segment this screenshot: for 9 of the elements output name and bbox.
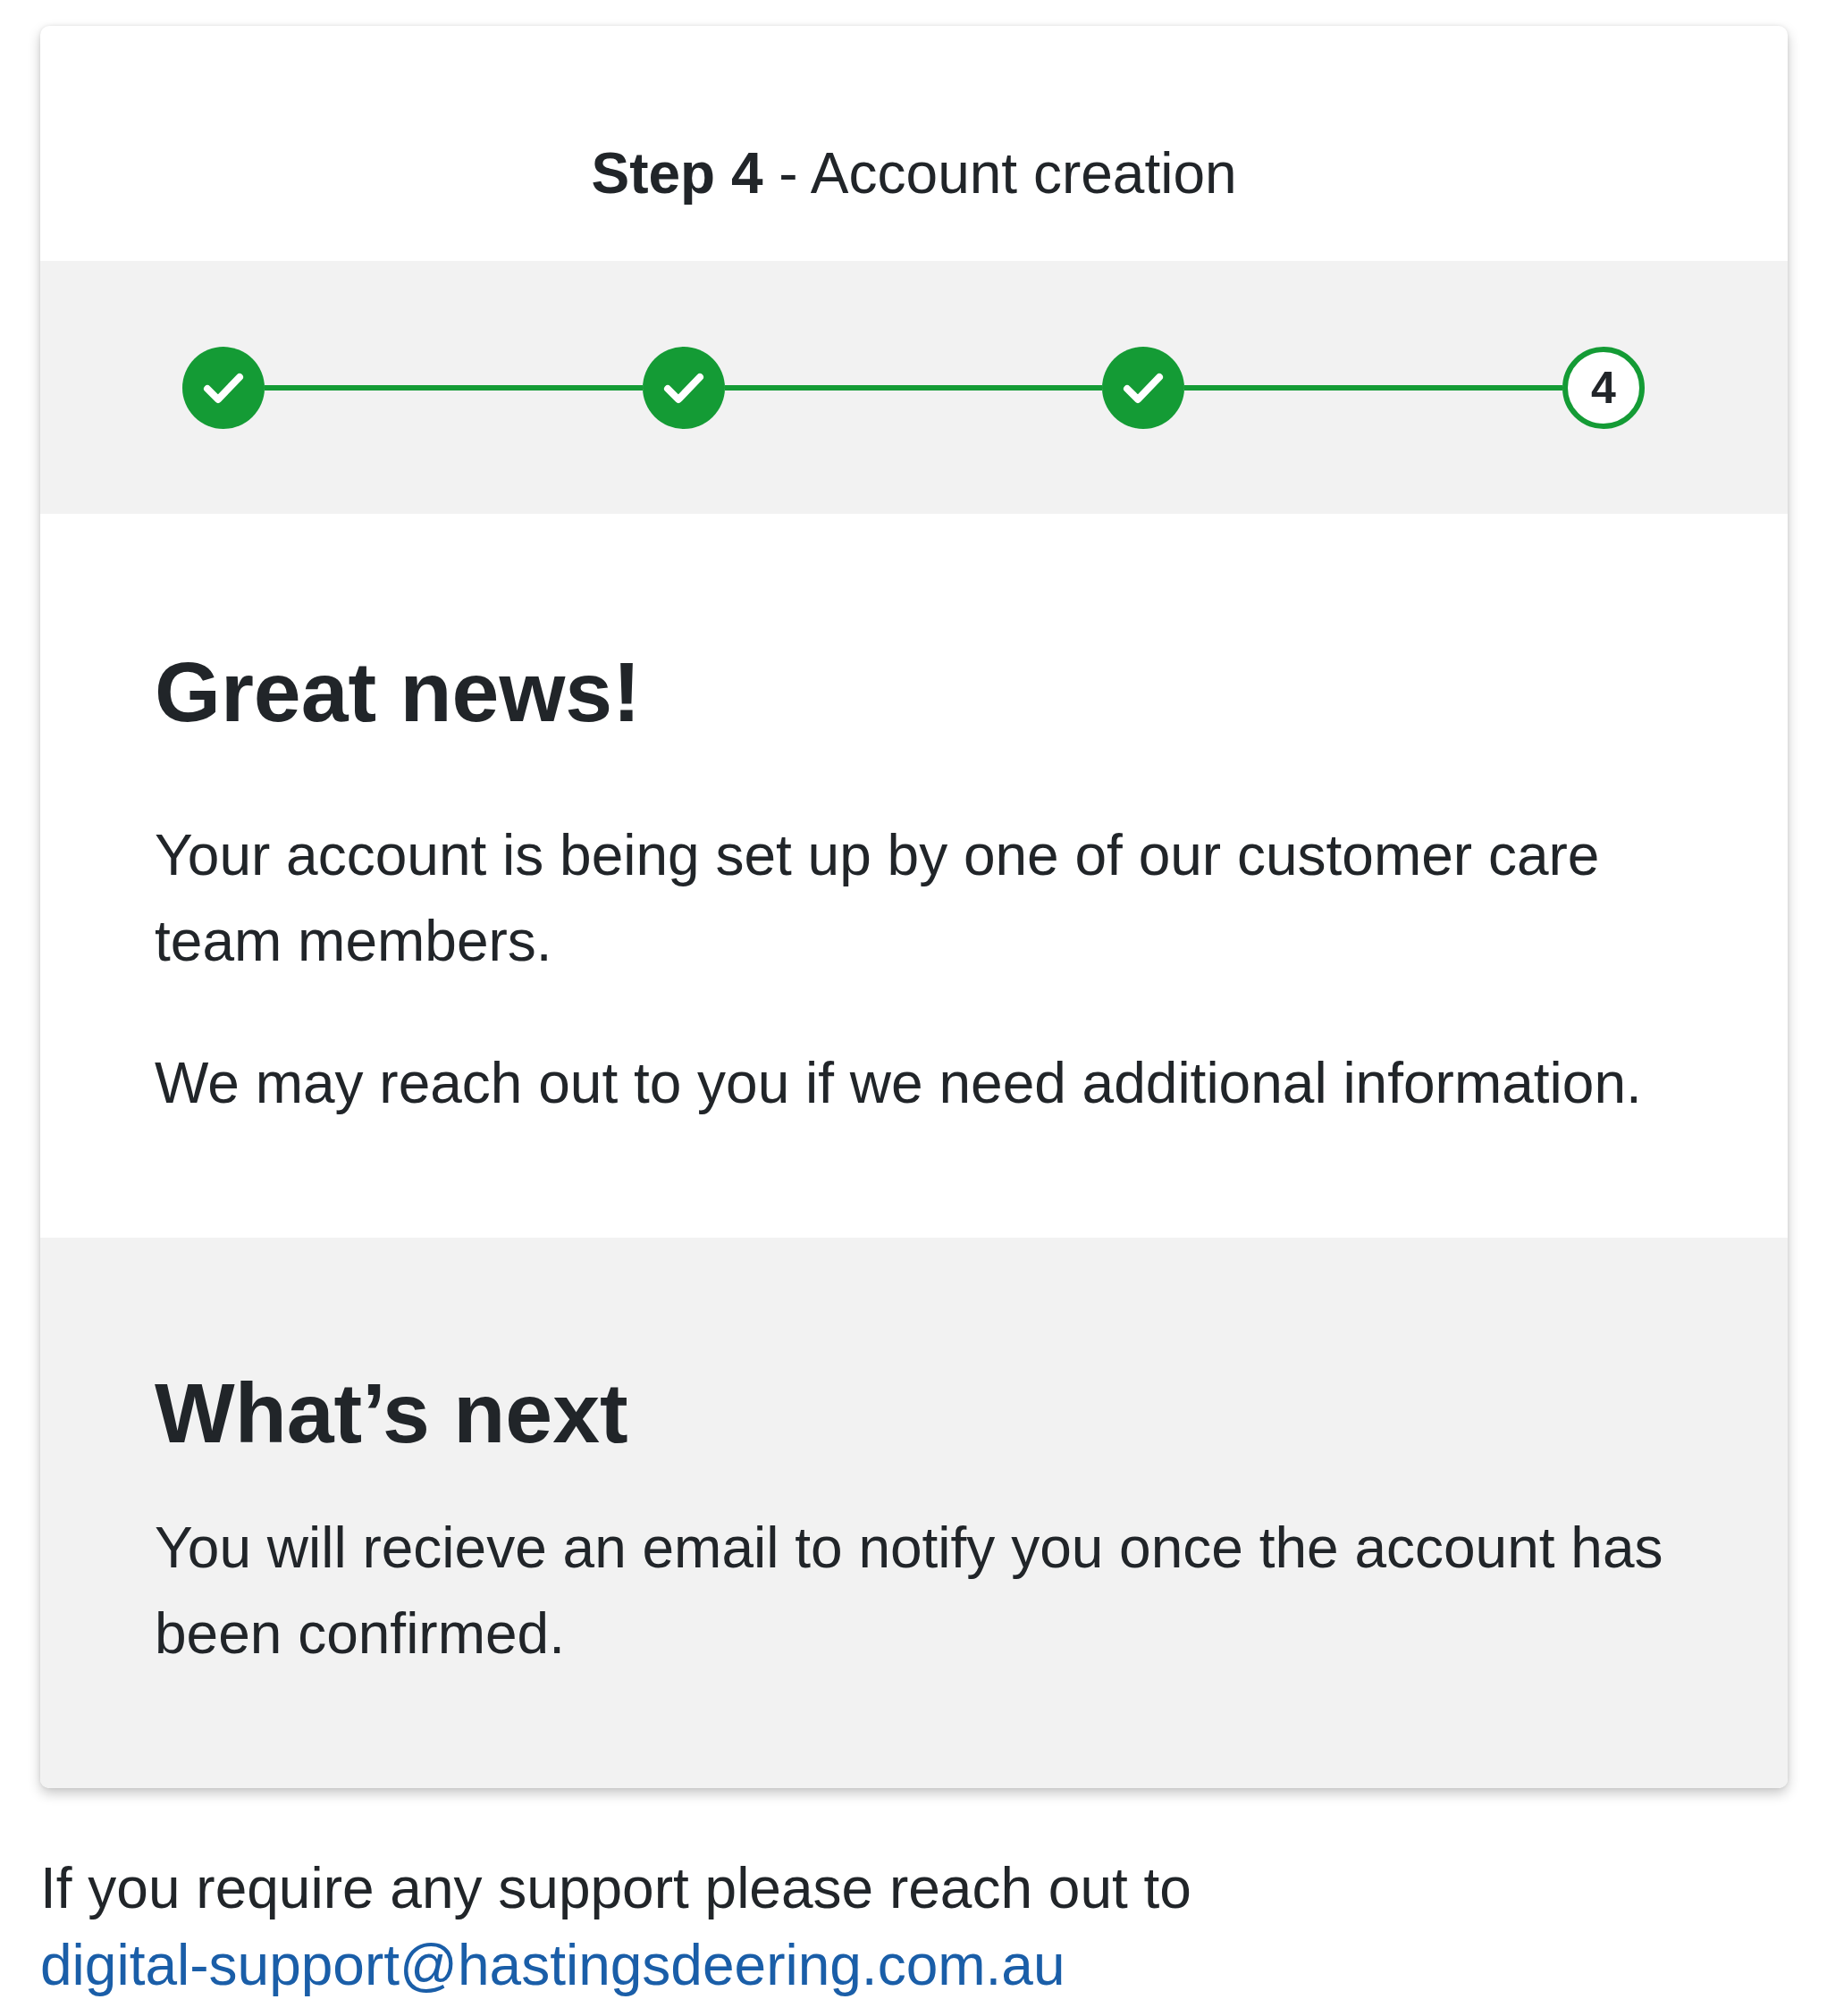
step-number: 4 xyxy=(1562,346,1645,429)
step-title: Step 4 - Account creation xyxy=(591,139,1237,206)
support-text: If you require any support please reach out to xyxy=(40,1855,1191,1922)
paragraph: We may reach out to you if we need additional information. xyxy=(155,1050,1643,1117)
email-link[interactable]: digital-support@hastingsdeering.com.au xyxy=(40,1927,1065,2003)
paragraph: You will recieve an email to notify you once the account has been confirmed. xyxy=(155,1515,1664,1667)
section-heading: Great news! xyxy=(155,643,642,741)
paragraph: Your account is being set up by one of our customer care team members. xyxy=(155,822,1601,975)
section-heading: What’s next xyxy=(155,1365,629,1462)
